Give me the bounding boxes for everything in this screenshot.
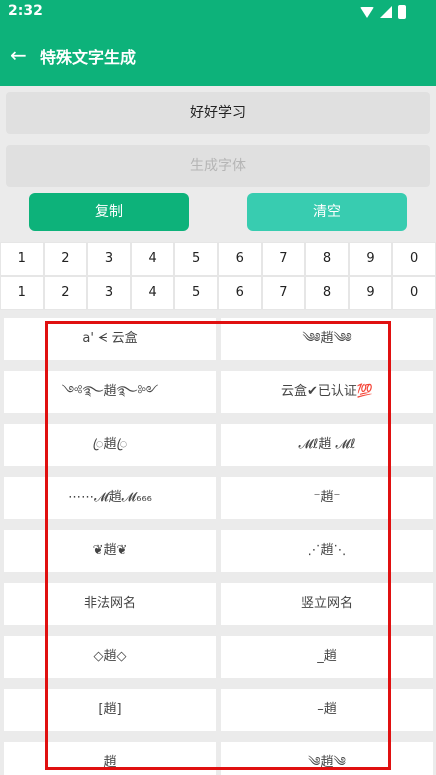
number-row-1: 1 2 3 4 5 6 7 8 9 0 bbox=[0, 242, 436, 276]
arrow-left-icon[interactable]: ← bbox=[10, 43, 27, 67]
app-bar: ← 特殊文字生成 bbox=[0, 24, 436, 86]
style-item[interactable]: ༄趙༄ bbox=[221, 742, 433, 775]
number-key[interactable]: 6 bbox=[217, 242, 262, 276]
style-item[interactable]: –趙 bbox=[221, 689, 433, 731]
number-key[interactable]: 7 bbox=[261, 276, 306, 310]
number-key[interactable]: 1 bbox=[0, 276, 44, 310]
output-field[interactable]: 生成字体 bbox=[6, 145, 430, 187]
signal-icon bbox=[380, 6, 392, 18]
style-item[interactable]: 云盒✔已认证💯 bbox=[221, 371, 433, 413]
battery-icon bbox=[398, 5, 406, 19]
status-icons bbox=[360, 5, 406, 19]
number-key[interactable]: 9 bbox=[348, 242, 393, 276]
style-item[interactable]: ⋰趙⋱ bbox=[221, 530, 433, 572]
style-item[interactable]: _趙 bbox=[221, 636, 433, 678]
style-item[interactable]: ◇趙◇ bbox=[4, 636, 216, 678]
number-key[interactable]: 6 bbox=[217, 276, 262, 310]
style-item[interactable]: 竖立网名 bbox=[221, 583, 433, 625]
number-key[interactable]: 5 bbox=[174, 276, 218, 310]
style-item[interactable]: 趙 bbox=[4, 742, 216, 775]
number-key[interactable]: 5 bbox=[174, 242, 218, 276]
number-key[interactable]: 9 bbox=[348, 276, 393, 310]
page-title: 特殊文字生成 bbox=[40, 48, 137, 67]
style-item[interactable]: ༄༅趙༄༅ bbox=[221, 318, 433, 360]
style-item[interactable]: 非法网名 bbox=[4, 583, 216, 625]
number-key[interactable]: 8 bbox=[305, 242, 349, 276]
number-key[interactable]: 3 bbox=[87, 242, 131, 276]
number-key[interactable]: 2 bbox=[43, 276, 88, 310]
number-row-2: 1 2 3 4 5 6 7 8 9 0 bbox=[0, 276, 436, 310]
number-key[interactable]: 0 bbox=[392, 242, 436, 276]
style-item[interactable]: a' ᗕ 云盒 bbox=[4, 318, 216, 360]
number-key[interactable]: 8 bbox=[305, 276, 349, 310]
style-item[interactable]: ⋯⋯𝓜趙𝓜₆₆₆ bbox=[4, 477, 216, 519]
number-key[interactable]: 4 bbox=[130, 242, 175, 276]
number-key[interactable]: 1 bbox=[0, 242, 44, 276]
number-key[interactable]: 2 bbox=[43, 242, 88, 276]
number-key[interactable]: 7 bbox=[261, 242, 306, 276]
number-key[interactable]: 3 bbox=[87, 276, 131, 310]
style-item[interactable]: [趙] bbox=[4, 689, 216, 731]
wifi-icon bbox=[360, 6, 374, 18]
clear-button[interactable]: 清空 bbox=[247, 193, 407, 231]
style-item[interactable]: ⁻趙⁻ bbox=[221, 477, 433, 519]
copy-button[interactable]: 复制 bbox=[29, 193, 189, 231]
text-input[interactable]: 好好学习 bbox=[6, 92, 430, 134]
style-item[interactable]: ❦趙❦ bbox=[4, 530, 216, 572]
status-time: 2:32 bbox=[8, 3, 43, 19]
style-item[interactable]: ꦿ趙ꦿ bbox=[4, 424, 216, 466]
status-bar: 2:32 bbox=[0, 0, 436, 24]
style-item[interactable]: ༺࿐趙࿐༻ bbox=[4, 371, 216, 413]
style-item[interactable]: 𝓜ℓ趙 𝓜ℓ bbox=[221, 424, 433, 466]
number-key[interactable]: 4 bbox=[130, 276, 175, 310]
style-list: a' ᗕ 云盒 ༄༅趙༄༅ ༺࿐趙࿐༻ 云盒✔已认证💯 ꦿ趙ꦿ 𝓜ℓ趙 𝓜ℓ ⋯… bbox=[0, 310, 436, 775]
number-key[interactable]: 0 bbox=[392, 276, 436, 310]
